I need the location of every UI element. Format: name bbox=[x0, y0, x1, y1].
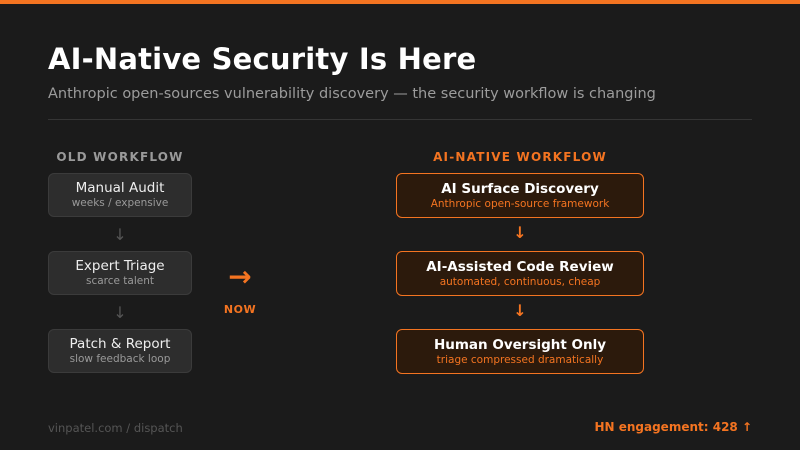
new-step-ai-code-review: AI-Assisted Code Review automated, conti… bbox=[396, 251, 644, 296]
old-step-manual-audit: Manual Audit weeks / expensive bbox=[48, 173, 192, 217]
down-arrow-icon: ↓ bbox=[513, 301, 527, 320]
new-step-sub: automated, continuous, cheap bbox=[439, 275, 601, 288]
slide-title: AI-Native Security Is Here bbox=[48, 42, 477, 76]
old-step-sub: scarce talent bbox=[85, 275, 155, 287]
down-arrow-icon: ↓ bbox=[113, 303, 127, 322]
down-arrow-icon: ↓ bbox=[513, 223, 527, 242]
new-step-title: AI Surface Discovery bbox=[441, 180, 599, 197]
old-step-title: Manual Audit bbox=[75, 180, 165, 196]
old-step-title: Patch & Report bbox=[69, 336, 171, 352]
new-step-title: AI-Assisted Code Review bbox=[426, 258, 614, 275]
down-arrow-icon: ↓ bbox=[113, 225, 127, 244]
source-link[interactable]: vinpatel.com / dispatch bbox=[48, 421, 183, 435]
old-workflow-heading: OLD WORKFLOW bbox=[56, 150, 184, 164]
old-step-sub: weeks / expensive bbox=[71, 197, 169, 209]
new-step-sub: triage compressed dramatically bbox=[436, 353, 604, 366]
engagement-stat: HN engagement: 428 ↑ bbox=[594, 420, 752, 434]
slide-subtitle: Anthropic open-sources vulnerability dis… bbox=[48, 86, 656, 102]
old-step-patch-report: Patch & Report slow feedback loop bbox=[48, 329, 192, 373]
right-arrow-icon: → bbox=[228, 260, 252, 293]
old-step-title: Expert Triage bbox=[75, 258, 165, 274]
old-step-sub: slow feedback loop bbox=[69, 353, 171, 365]
old-step-expert-triage: Expert Triage scarce talent bbox=[48, 251, 192, 295]
new-step-title: Human Oversight Only bbox=[433, 336, 607, 353]
new-workflow-heading: AI-NATIVE WORKFLOW bbox=[433, 150, 607, 164]
new-step-sub: Anthropic open-source framework bbox=[430, 197, 610, 210]
slide: AI-Native Security Is Here Anthropic ope… bbox=[0, 0, 800, 450]
new-step-ai-surface-discovery: AI Surface Discovery Anthropic open-sour… bbox=[396, 173, 644, 218]
divider bbox=[48, 119, 752, 120]
now-label: NOW bbox=[223, 303, 257, 316]
new-step-human-oversight: Human Oversight Only triage compressed d… bbox=[396, 329, 644, 374]
